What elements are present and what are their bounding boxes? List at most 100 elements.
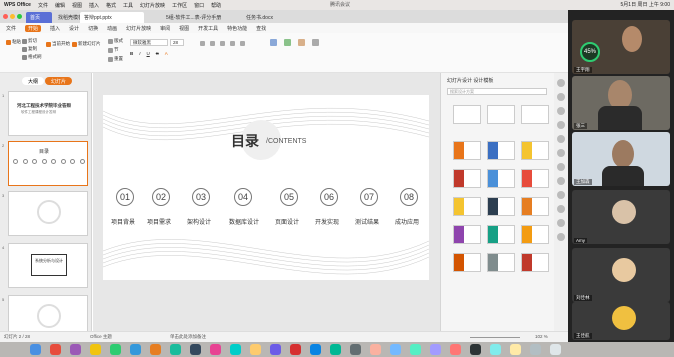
- template-card[interactable]: [487, 253, 515, 272]
- menu-slideshow[interactable]: 幻灯片放映: [140, 2, 165, 9]
- cut-button[interactable]: 剪切: [22, 38, 37, 44]
- side-tool-icon[interactable]: [557, 233, 565, 241]
- ribbon-tab-features[interactable]: 特色功能: [227, 25, 247, 32]
- dock-app-icon[interactable]: [250, 344, 261, 355]
- template-card[interactable]: [487, 197, 515, 216]
- side-tool-icon[interactable]: [557, 93, 565, 101]
- template-card[interactable]: [453, 141, 481, 160]
- menu-app[interactable]: WPS Office: [4, 2, 31, 8]
- ribbon-tab-transitions[interactable]: 切换: [88, 25, 98, 32]
- menu-view[interactable]: 视图: [72, 2, 82, 9]
- dock-app-icon[interactable]: [290, 344, 301, 355]
- dock-app-icon[interactable]: [90, 344, 101, 355]
- video-tile-5[interactable]: 刘佳林: [572, 248, 670, 302]
- template-card[interactable]: [453, 105, 481, 124]
- tab-home[interactable]: 首页: [26, 12, 52, 23]
- side-tool-icon[interactable]: [557, 219, 565, 227]
- dock-app-icon[interactable]: [470, 344, 481, 355]
- paste-button[interactable]: 粘贴: [6, 39, 21, 45]
- template-card[interactable]: [487, 169, 515, 188]
- template-card[interactable]: [521, 197, 549, 216]
- font-color-button[interactable]: A: [165, 51, 168, 56]
- align-center-icon[interactable]: [230, 41, 235, 46]
- tab-document[interactable]: 任务书.docx: [242, 12, 298, 23]
- align-left-icon[interactable]: [220, 41, 225, 46]
- dock-app-icon[interactable]: [150, 344, 161, 355]
- italic-button[interactable]: I: [139, 51, 140, 56]
- side-tool-icon[interactable]: [557, 79, 565, 87]
- video-tile-2[interactable]: 张三: [572, 76, 670, 130]
- slide-thumbnail-4[interactable]: 系统分析与设计: [8, 243, 88, 288]
- menu-format[interactable]: 格式: [106, 2, 116, 9]
- slide-2[interactable]: 目录 /CONTENTS 01 项目背景 02 项目需求 03 架构设计 04 数据库设计 05…: [103, 95, 429, 280]
- font-family-select[interactable]: 微软雅黑: [130, 39, 168, 46]
- template-card[interactable]: [487, 141, 515, 160]
- shapes-icon[interactable]: [284, 39, 291, 46]
- template-card[interactable]: [453, 253, 481, 272]
- dock-app-icon[interactable]: [510, 344, 521, 355]
- dock-app-icon[interactable]: [390, 344, 401, 355]
- video-tile-4[interactable]: Amy: [572, 190, 670, 244]
- textbox-icon[interactable]: [270, 39, 277, 46]
- template-card[interactable]: [521, 253, 549, 272]
- dock-app-icon[interactable]: [50, 344, 61, 355]
- numbering-icon[interactable]: [210, 41, 215, 46]
- ribbon-tab-review[interactable]: 审阅: [160, 25, 170, 32]
- ribbon-tab-animation[interactable]: 动画: [107, 25, 117, 32]
- tab-outline[interactable]: 大纲: [22, 77, 45, 85]
- slide-thumbnail-2[interactable]: 目录: [8, 141, 88, 186]
- template-card[interactable]: [521, 141, 549, 160]
- side-tool-icon[interactable]: [557, 149, 565, 157]
- video-tile-1[interactable]: 45% 王宇翔: [572, 20, 670, 74]
- video-tile-3[interactable]: 王加森: [572, 132, 670, 186]
- dock-app-icon[interactable]: [410, 344, 421, 355]
- ribbon-tab-home[interactable]: 开始: [25, 24, 42, 32]
- align-right-icon[interactable]: [240, 41, 245, 46]
- ribbon-tab-developer[interactable]: 开发工具: [198, 25, 218, 32]
- underline-button[interactable]: U: [147, 51, 150, 56]
- tab-slides[interactable]: 幻灯片: [45, 77, 73, 85]
- video-tile-6[interactable]: 王佳航: [572, 302, 670, 340]
- menu-window[interactable]: 窗口: [194, 2, 204, 9]
- template-card[interactable]: [487, 105, 515, 124]
- template-card[interactable]: [453, 197, 481, 216]
- side-tool-icon[interactable]: [557, 163, 565, 171]
- side-tool-icon[interactable]: [557, 135, 565, 143]
- template-card[interactable]: [487, 225, 515, 244]
- font-size-select[interactable]: 28: [170, 39, 184, 46]
- dock-app-icon[interactable]: [170, 344, 181, 355]
- dock-app-icon[interactable]: [450, 344, 461, 355]
- strike-button[interactable]: S: [156, 51, 159, 56]
- ribbon-tab-search[interactable]: 查找: [256, 25, 266, 32]
- design-search-input[interactable]: 搜索设计方案: [447, 88, 547, 95]
- side-tool-icon[interactable]: [557, 205, 565, 213]
- menu-workspace[interactable]: 工作区: [172, 2, 187, 9]
- slide-thumbnail-5[interactable]: [8, 295, 88, 331]
- ribbon-tab-slideshow[interactable]: 幻灯片放映: [126, 25, 151, 32]
- play-from-current-button[interactable]: 当前开始: [46, 41, 70, 47]
- dock-app-icon[interactable]: [530, 344, 541, 355]
- menu-file[interactable]: 文件: [38, 2, 48, 9]
- zoom-slider[interactable]: [470, 337, 520, 338]
- template-card[interactable]: [521, 105, 549, 124]
- slide-thumbnail-3[interactable]: [8, 191, 88, 236]
- arrange-icon[interactable]: [298, 39, 305, 46]
- section-button[interactable]: 节: [108, 47, 119, 53]
- zoom-level[interactable]: 102 %: [535, 334, 548, 339]
- dock-app-icon[interactable]: [270, 344, 281, 355]
- side-tool-icon[interactable]: [557, 177, 565, 185]
- tab-spreadsheet[interactable]: 5组-软件工...表-评分手册: [162, 12, 240, 23]
- picture-icon[interactable]: [312, 39, 319, 46]
- dock-app-icon[interactable]: [130, 344, 141, 355]
- dock-app-icon[interactable]: [430, 344, 441, 355]
- template-card[interactable]: [521, 225, 549, 244]
- tab-presentation[interactable]: 答辩ppt.pptx: [80, 12, 144, 23]
- bullets-icon[interactable]: [200, 41, 205, 46]
- menu-help[interactable]: 帮助: [211, 2, 221, 9]
- side-tool-icon[interactable]: [557, 107, 565, 115]
- format-painter-button[interactable]: 格式刷: [22, 54, 42, 60]
- notes-placeholder[interactable]: 单击此处添加备注: [170, 334, 206, 340]
- ribbon-tab-view[interactable]: 视图: [179, 25, 189, 32]
- ribbon-tab-file[interactable]: 文件: [6, 25, 16, 32]
- new-slide-button[interactable]: 新建幻灯片: [72, 41, 101, 47]
